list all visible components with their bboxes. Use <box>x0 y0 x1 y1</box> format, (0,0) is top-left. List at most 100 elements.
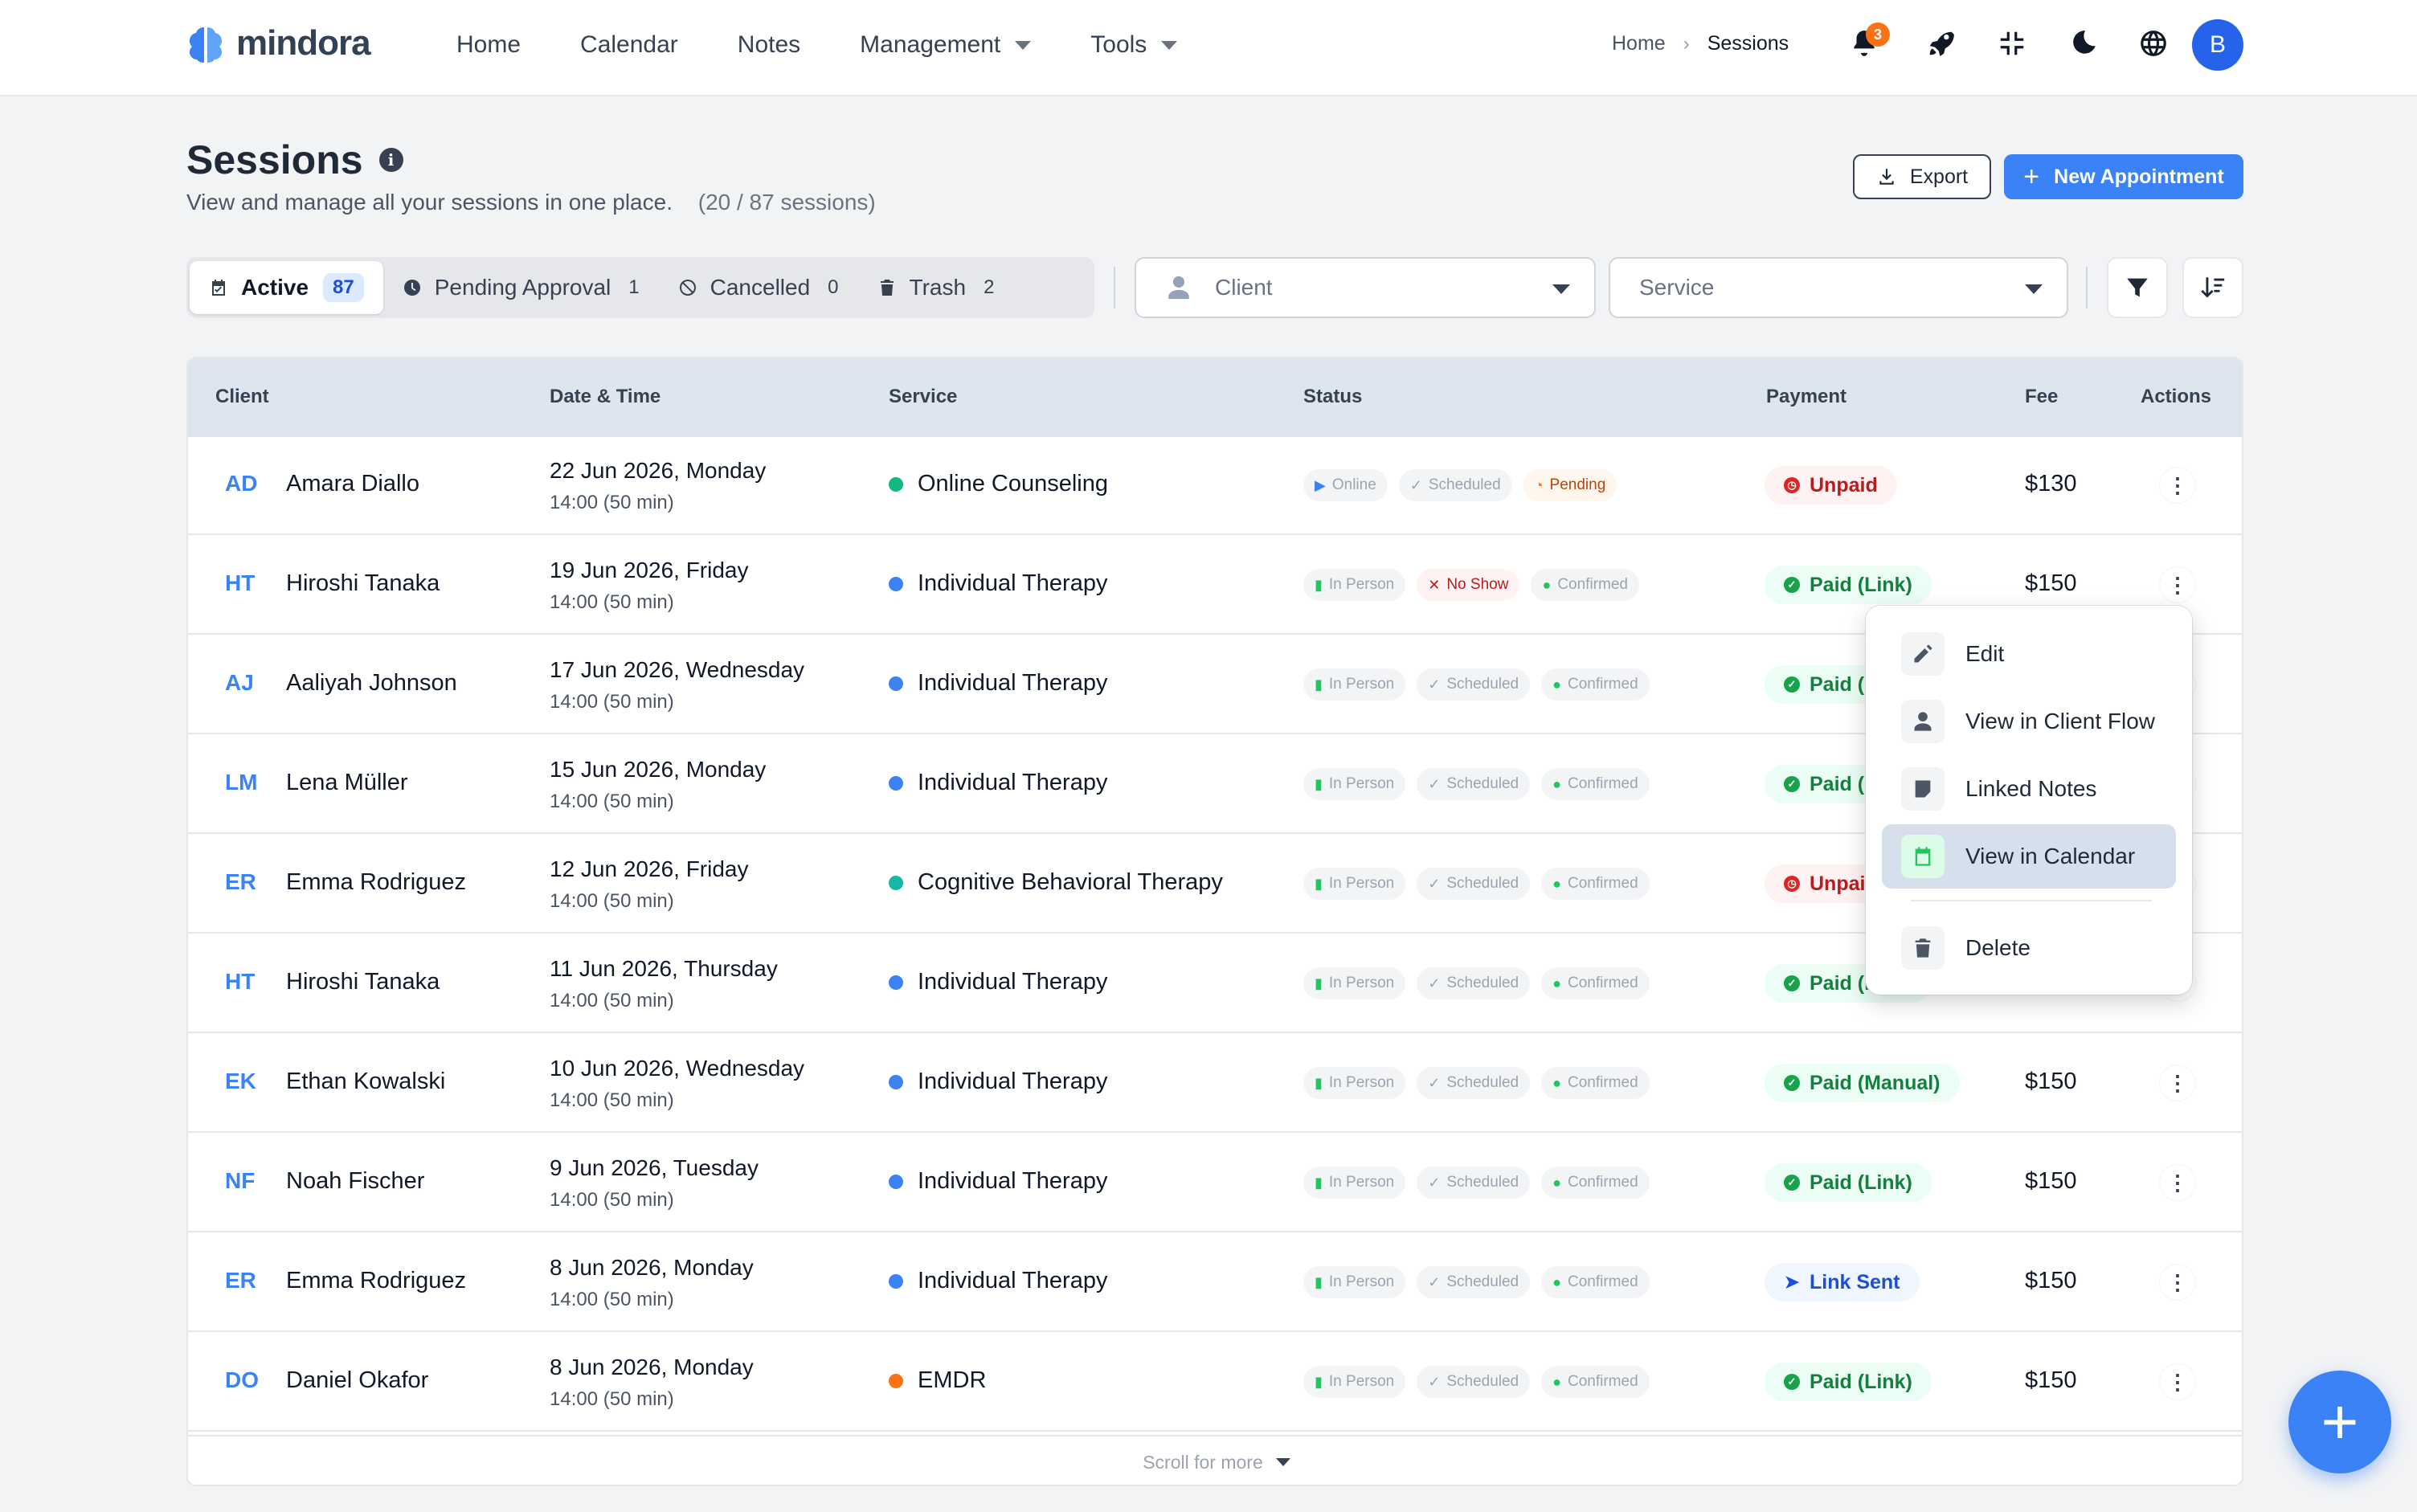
row-actions-button[interactable]: ⋮ <box>2160 468 2195 503</box>
service-color-dot <box>889 1373 903 1388</box>
building-icon: ▮ <box>1315 1373 1323 1390</box>
tab-pending-approval[interactable]: Pending Approval 1 <box>383 261 659 314</box>
client-name[interactable]: Ethan Kowalski <box>286 1069 445 1095</box>
plus-icon: + <box>2321 1386 2359 1457</box>
table-row[interactable]: NF Noah Fischer 9 Jun 2026, Tuesday 14:00 (… <box>188 1134 2242 1232</box>
payment-badge: ➤ Link Sent <box>1765 1263 1920 1302</box>
row-actions-button[interactable]: ⋮ <box>2160 1065 2195 1101</box>
chevron-down-icon <box>1552 284 1570 294</box>
chevron-down-icon <box>2025 284 2043 294</box>
client-name[interactable]: Hiroshi Tanaka <box>286 570 440 597</box>
export-button[interactable]: Export <box>1853 154 1991 199</box>
confirm-label: Confirmed <box>1557 576 1628 593</box>
rocket-button[interactable] <box>1919 21 1964 66</box>
service-cell: EMDR <box>889 1367 986 1394</box>
check-icon: ✓ <box>1428 1273 1441 1290</box>
person-icon <box>1901 700 1945 743</box>
row-actions-button[interactable]: ⋮ <box>2160 1364 2195 1400</box>
note-icon <box>1901 767 1945 811</box>
confirm-chip: ● Confirmed <box>1541 1366 1650 1398</box>
mode-chip: ▮ In Person <box>1303 967 1406 999</box>
confirm-chip: ● Confirmed <box>1541 967 1650 999</box>
col-status[interactable]: Status <box>1303 386 1362 408</box>
client-name[interactable]: Daniel Okafor <box>286 1367 428 1394</box>
notification-badge: 3 <box>1866 22 1890 47</box>
building-icon: ▮ <box>1315 1174 1323 1191</box>
nav-item-management[interactable]: Management <box>860 31 1032 59</box>
row-actions-button[interactable]: ⋮ <box>2160 1265 2195 1300</box>
state-label: Scheduled <box>1446 1273 1519 1290</box>
service-cell: Online Counseling <box>889 471 1108 497</box>
floating-add-button[interactable]: + <box>2288 1371 2391 1473</box>
row-actions-button[interactable]: ⋮ <box>2160 1165 2195 1200</box>
menu-item-delete[interactable]: Delete <box>1882 916 2176 980</box>
info-icon[interactable]: i <box>378 148 403 172</box>
client-name[interactable]: Emma Rodriguez <box>286 869 466 896</box>
menu-item-linked-notes[interactable]: Linked Notes <box>1882 757 2176 821</box>
session-date: 19 Jun 2026, Friday <box>550 558 749 582</box>
compress-icon <box>2000 31 2024 55</box>
mode-chip: ▮ In Person <box>1303 1167 1406 1199</box>
col-date-time[interactable]: Date & Time <box>550 386 660 408</box>
breadcrumb-home[interactable]: Home <box>1612 32 1666 55</box>
menu-item-label: View in Client Flow <box>1965 709 2156 734</box>
client-name[interactable]: Hiroshi Tanaka <box>286 969 440 995</box>
dark-mode-toggle[interactable] <box>2060 21 2105 66</box>
user-avatar[interactable]: B <box>2192 19 2243 71</box>
state-chip: ✓ Scheduled <box>1417 768 1531 800</box>
page-title-wrap: Sessions i <box>186 137 403 183</box>
notifications-button[interactable]: 3 <box>1842 21 1890 66</box>
nav-item-home[interactable]: Home <box>456 31 521 59</box>
new-appointment-button[interactable]: + New Appointment <box>2004 154 2243 199</box>
session-time: 14:00 (50 min) <box>550 890 674 912</box>
session-time: 14:00 (50 min) <box>550 1089 674 1111</box>
session-date: 12 Jun 2026, Friday <box>550 856 749 881</box>
logo[interactable]: mindora <box>185 22 371 64</box>
scroll-for-more[interactable]: Scroll for more <box>188 1435 2242 1485</box>
client-name[interactable]: Aaliyah Johnson <box>286 670 457 697</box>
col-payment[interactable]: Payment <box>1766 386 1846 408</box>
table-row[interactable]: ER Emma Rodriguez 8 Jun 2026, Monday 14:00 … <box>188 1234 2242 1332</box>
col-fee[interactable]: Fee <box>2025 386 2058 408</box>
client-select[interactable]: Client <box>1135 257 1596 318</box>
service-select[interactable]: Service <box>1609 257 2068 318</box>
state-label: Scheduled <box>1446 1373 1519 1390</box>
mode-label: In Person <box>1328 676 1395 693</box>
client-name[interactable]: Noah Fischer <box>286 1168 424 1195</box>
language-button[interactable] <box>2131 21 2176 66</box>
tab-trash[interactable]: Trash 2 <box>858 261 1014 314</box>
status-chips: ▮ In Person ✕ No Show ● Confirmed <box>1303 569 1650 601</box>
collapse-button[interactable] <box>1990 21 2035 66</box>
building-icon: ▮ <box>1315 975 1323 991</box>
check-icon: ✓ <box>1428 975 1441 991</box>
mode-label: Online <box>1331 476 1376 493</box>
col-client[interactable]: Client <box>215 386 269 408</box>
state-chip: ✓ Scheduled <box>1417 1167 1531 1199</box>
confirm-label: Confirmed <box>1568 1074 1638 1091</box>
client-name[interactable]: Emma Rodriguez <box>286 1268 466 1294</box>
mode-label: In Person <box>1328 1273 1395 1290</box>
menu-item-view-client-flow[interactable]: View in Client Flow <box>1882 689 2176 754</box>
nav-item-calendar[interactable]: Calendar <box>580 31 678 59</box>
client-name[interactable]: Amara Diallo <box>286 471 419 497</box>
tab-cancelled[interactable]: Cancelled 0 <box>659 261 858 314</box>
client-name[interactable]: Lena Müller <box>286 770 408 796</box>
state-chip: ✓ Scheduled <box>1417 967 1531 999</box>
page-title: Sessions <box>186 137 363 182</box>
tab-active[interactable]: Active 87 <box>190 261 383 314</box>
menu-item-view-in-calendar[interactable]: View in Calendar <box>1882 824 2176 889</box>
nav-item-notes[interactable]: Notes <box>738 31 800 59</box>
trash-icon <box>880 280 894 296</box>
filter-button[interactable] <box>2107 257 2168 318</box>
table-row[interactable]: DO Daniel Okafor 8 Jun 2026, Monday 14:00 (… <box>188 1334 2242 1432</box>
sort-button[interactable] <box>2182 257 2243 318</box>
row-actions-button[interactable]: ⋮ <box>2160 567 2195 603</box>
table-row[interactable]: AD Amara Diallo 22 Jun 2026, Monday 14:00 (… <box>188 437 2242 535</box>
menu-item-edit[interactable]: Edit <box>1882 622 2176 686</box>
app-name: mindora <box>236 23 371 63</box>
nav-item-tools[interactable]: Tools <box>1090 31 1178 59</box>
table-row[interactable]: EK Ethan Kowalski 10 Jun 2026, Wednesday 14… <box>188 1035 2242 1133</box>
col-service[interactable]: Service <box>889 386 957 408</box>
kebab-icon: ⋮ <box>2167 472 2188 497</box>
client-initials: NF <box>225 1168 256 1193</box>
